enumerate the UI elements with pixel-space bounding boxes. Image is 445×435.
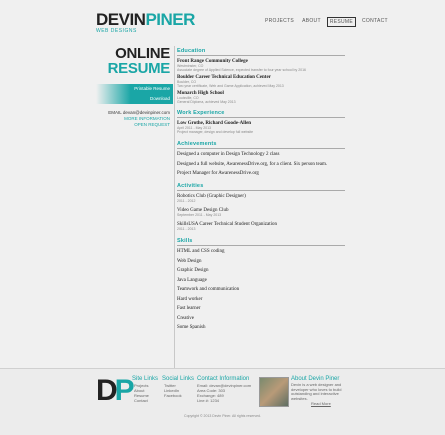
skill-item: Fast learner: [177, 306, 201, 311]
activity-dates: 2011 - 2013: [177, 227, 196, 231]
footer-contact-info: Contact Information Email: devan@devinpi…: [197, 376, 251, 403]
about-text: Devin is a web designer and developer wh…: [291, 382, 342, 401]
page: DEVINPINER WEB DESIGNS PROJECTS ABOUT RE…: [0, 0, 445, 435]
footer-logo[interactable]: DP: [96, 374, 135, 407]
footer-link-contact[interactable]: Contact: [132, 398, 158, 403]
footer-logo-p: P: [114, 374, 135, 407]
profile-photo: [259, 377, 289, 407]
footer-logo-d: D: [96, 374, 118, 407]
education-heading: Education: [177, 48, 345, 56]
email-label: EMAIL: [108, 110, 122, 115]
skill-item: Java Language: [177, 277, 207, 283]
activity-item: Video Game Design Club September 2011 - …: [177, 208, 345, 217]
activity-item: Robotics Club (Graphic Designer) 2011 - …: [177, 194, 345, 203]
copyright: Copyright © 2013 Devin Piner. All rights…: [184, 414, 261, 418]
education-item: Front Range Community College Westminste…: [177, 59, 345, 72]
social-links-heading: Social Links: [162, 376, 195, 382]
experience-heading: Work Experience: [177, 110, 345, 118]
achievement-item: Designed a full website, AwarenessDrive.…: [177, 161, 328, 167]
education-detail: General Diploma, achieved May 2013: [177, 100, 236, 104]
education-detail: Two year certificate, Web and Game Appli…: [177, 84, 284, 88]
nav-contact[interactable]: CONTACT: [360, 17, 390, 27]
footer-link-facebook[interactable]: Facebook: [162, 393, 194, 398]
experience-detail: Project manager, design and develop full…: [177, 130, 254, 134]
site-logo[interactable]: DEVINPINER WEB DESIGNS: [96, 10, 195, 34]
education-detail: Associate degree of Applied Science, exp…: [177, 68, 306, 72]
skill-item: Teamwork and communication: [177, 287, 240, 292]
title-online: ONLINE: [115, 45, 170, 62]
education-item: Boulder Career Technical Education Cente…: [177, 75, 345, 88]
nav-projects[interactable]: PROJECTS: [263, 17, 296, 27]
download-link[interactable]: Download: [150, 96, 170, 101]
side-contact: EMAIL devan@devinpiner.com MORE INFORMAT…: [108, 110, 170, 128]
activity-dates: 2011 - 2012: [177, 199, 196, 203]
footer-social-links: Social Links Twitter LinkedIn Facebook: [162, 376, 194, 398]
activity-dates: September 2011 - May 2013: [177, 213, 222, 217]
skill-item: Graphic Design: [177, 268, 209, 273]
site-links-heading: Site Links: [132, 376, 159, 382]
page-title: ONLINE RESUME: [107, 45, 171, 77]
skills-heading: Skills: [177, 238, 345, 246]
logo-last: PINER: [145, 10, 195, 29]
skill-item: Web Design: [177, 258, 202, 264]
printable-resume-link[interactable]: Printable Resume: [134, 86, 170, 91]
skill-item: Creative: [177, 315, 194, 321]
skill-item: Some Spanish: [177, 325, 206, 330]
activities-heading: Activities: [177, 183, 345, 191]
nav-resume[interactable]: RESUME: [326, 17, 357, 27]
contact-info-heading: Contact Information: [197, 376, 250, 382]
achievement-item: Designed a computer in Design Technology…: [177, 152, 280, 157]
achievements-heading: Achievements: [177, 141, 345, 149]
main-nav: PROJECTS ABOUT RESUME CONTACT: [263, 17, 390, 27]
resume-content: Education Front Range Community College …: [177, 48, 345, 335]
title-resume: RESUME: [107, 60, 171, 77]
footer-about: About Devin Piner Devin is a web designe…: [291, 376, 351, 406]
divider-line: [174, 46, 175, 368]
achievement-item: Project Manager for AwarenessDrive.org: [177, 171, 259, 176]
skill-item: HTML and CSS coding: [177, 249, 225, 254]
activity-item: SkillsUSA Career Technical Student Organ…: [177, 222, 345, 231]
footer-site-links: Site Links Projects About Resume Contact: [132, 376, 158, 403]
skill-item: Hard worker: [177, 296, 203, 302]
logo-first: DEVIN: [96, 10, 146, 29]
read-more-link[interactable]: Read More: [291, 401, 351, 406]
email-value[interactable]: devan@devinpiner.com: [123, 110, 170, 115]
contact-line: Line #: 1234: [197, 398, 220, 403]
education-item: Monarch High School Louisville, CO Gener…: [177, 91, 345, 104]
download-bar: Printable Resume Download: [96, 84, 173, 104]
nav-about[interactable]: ABOUT: [300, 17, 323, 27]
experience-item: Low Grothe, Richard Goode-Allen April 20…: [177, 121, 345, 134]
open-request-link[interactable]: OPEN REQUEST: [108, 122, 170, 128]
